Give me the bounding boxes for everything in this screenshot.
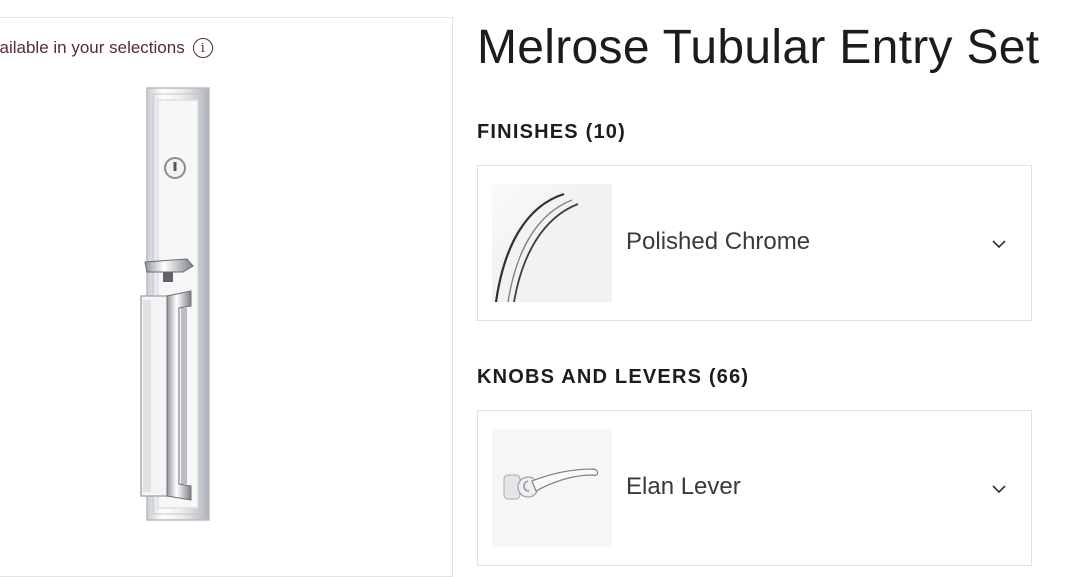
availability-text: vailable in your selections (0, 38, 185, 57)
product-image-panel: vailable in your selections i (0, 17, 453, 577)
polished-chrome-swatch-icon (492, 184, 612, 302)
entry-set-product-image (140, 87, 210, 521)
chevron-down-icon (992, 240, 1006, 249)
finish-selector[interactable]: Polished Chrome (477, 165, 1032, 321)
finish-selected-label: Polished Chrome (626, 228, 811, 255)
finishes-heading: FINISHES (10) (477, 121, 626, 143)
elan-lever-icon (492, 429, 612, 547)
knobs-levers-selected-label: Elan Lever (626, 473, 741, 500)
availability-notice: vailable in your selections i (0, 38, 213, 58)
info-icon[interactable]: i (192, 38, 213, 58)
knobs-levers-selector[interactable]: Elan Lever (477, 410, 1032, 566)
chevron-down-icon (992, 485, 1006, 494)
product-title: Melrose Tubular Entry Set (477, 21, 1040, 74)
knobs-levers-heading: KNOBS AND LEVERS (66) (477, 366, 750, 388)
